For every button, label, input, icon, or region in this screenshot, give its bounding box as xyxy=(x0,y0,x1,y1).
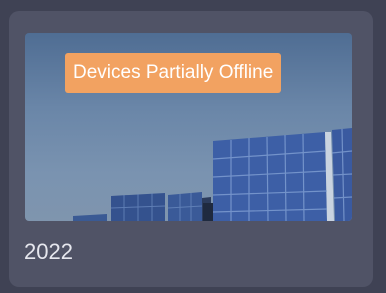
project-card[interactable]: Devices Partially Offline 2022 xyxy=(9,11,373,287)
project-year: 2022 xyxy=(24,239,73,264)
solar-panel-image: Devices Partially Offline xyxy=(25,33,352,221)
status-badge: Devices Partially Offline xyxy=(65,53,282,93)
